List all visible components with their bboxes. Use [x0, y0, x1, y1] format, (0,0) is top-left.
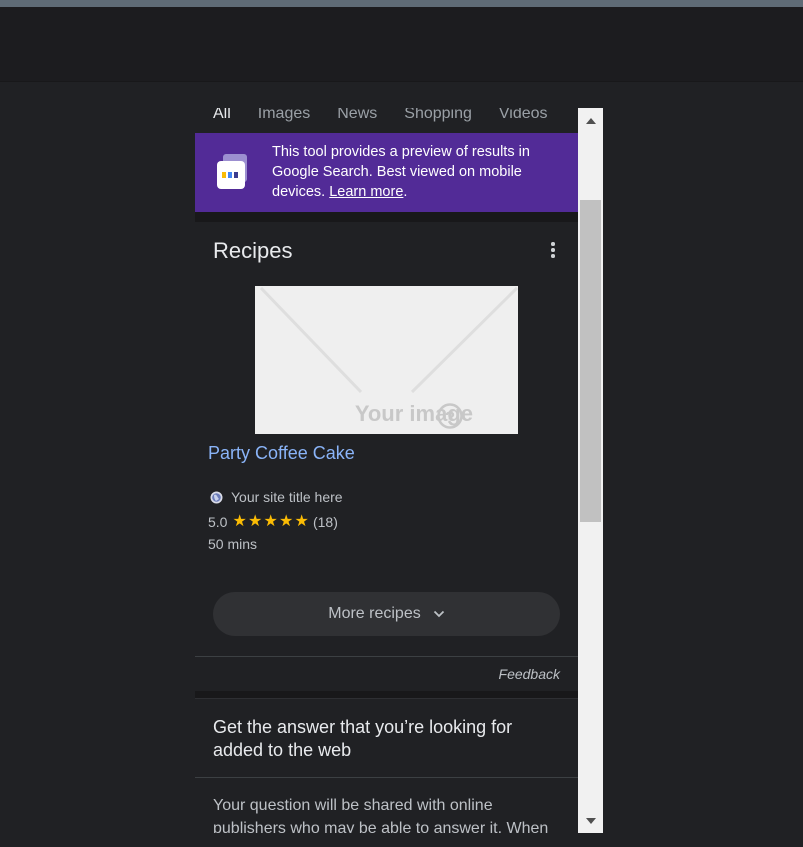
banner-period: .: [403, 184, 408, 200]
star-icon: ★: [294, 513, 309, 530]
star-icon: ★: [263, 513, 278, 530]
feedback-link[interactable]: Feedback: [499, 666, 560, 682]
more-options-icon[interactable]: [549, 242, 557, 262]
recipes-card: Recipes ? Your image Party Coffee Cake Y…: [195, 222, 578, 656]
vertical-scrollbar[interactable]: [578, 108, 603, 833]
recipe-title-link[interactable]: Party Coffee Cake: [208, 443, 355, 464]
app-header: [0, 7, 803, 82]
search-preview-frame: All Images News Shopping Videos This too…: [195, 108, 578, 833]
window-top-strip: [0, 0, 803, 7]
section-separator: [195, 691, 578, 699]
site-row: Your site title here: [210, 489, 343, 505]
learn-more-link[interactable]: Learn more: [329, 184, 403, 200]
feedback-row: Feedback: [195, 656, 578, 692]
banner-text: This tool provides a preview of results …: [272, 142, 562, 202]
star-rating: ★ ★ ★ ★ ★: [232, 514, 310, 530]
qa-heading: Get the answer that you’re looking for a…: [213, 717, 513, 760]
scrollbar-thumb[interactable]: [580, 200, 601, 522]
divider: [195, 777, 578, 778]
qa-body-text: Your question will be shared with online…: [213, 797, 549, 833]
rating-value: 5.0: [208, 514, 228, 530]
recipe-image-placeholder[interactable]: ? Your image: [255, 286, 518, 434]
more-recipes-button[interactable]: More recipes: [213, 592, 560, 636]
preview-info-banner: This tool provides a preview of results …: [195, 133, 578, 212]
tab-news[interactable]: News: [337, 108, 377, 123]
review-count: (18): [312, 514, 338, 530]
star-icon: ★: [247, 513, 263, 530]
image-placeholder-label: Your image: [354, 401, 473, 426]
site-title: Your site title here: [231, 489, 343, 505]
cook-time: 50 mins: [208, 536, 258, 552]
search-tabs: All Images News Shopping Videos: [195, 108, 578, 134]
more-recipes-label: More recipes: [328, 605, 421, 622]
rating-row: 5.0 ★ ★ ★ ★ ★ (18): [208, 514, 338, 531]
tab-shopping[interactable]: Shopping: [404, 108, 472, 123]
chevron-down-icon: [433, 610, 444, 618]
scroll-up-arrow-icon[interactable]: [578, 108, 603, 133]
star-icon: ★: [232, 513, 247, 530]
tab-images[interactable]: Images: [258, 108, 310, 123]
scroll-down-arrow-icon[interactable]: [578, 808, 603, 833]
tab-videos[interactable]: Videos: [499, 108, 548, 123]
recipes-heading: Recipes: [213, 238, 293, 263]
preview-tool-icon: [215, 153, 251, 191]
globe-icon: [210, 491, 223, 503]
star-icon: ★: [278, 513, 294, 530]
tab-all[interactable]: All: [213, 108, 231, 123]
